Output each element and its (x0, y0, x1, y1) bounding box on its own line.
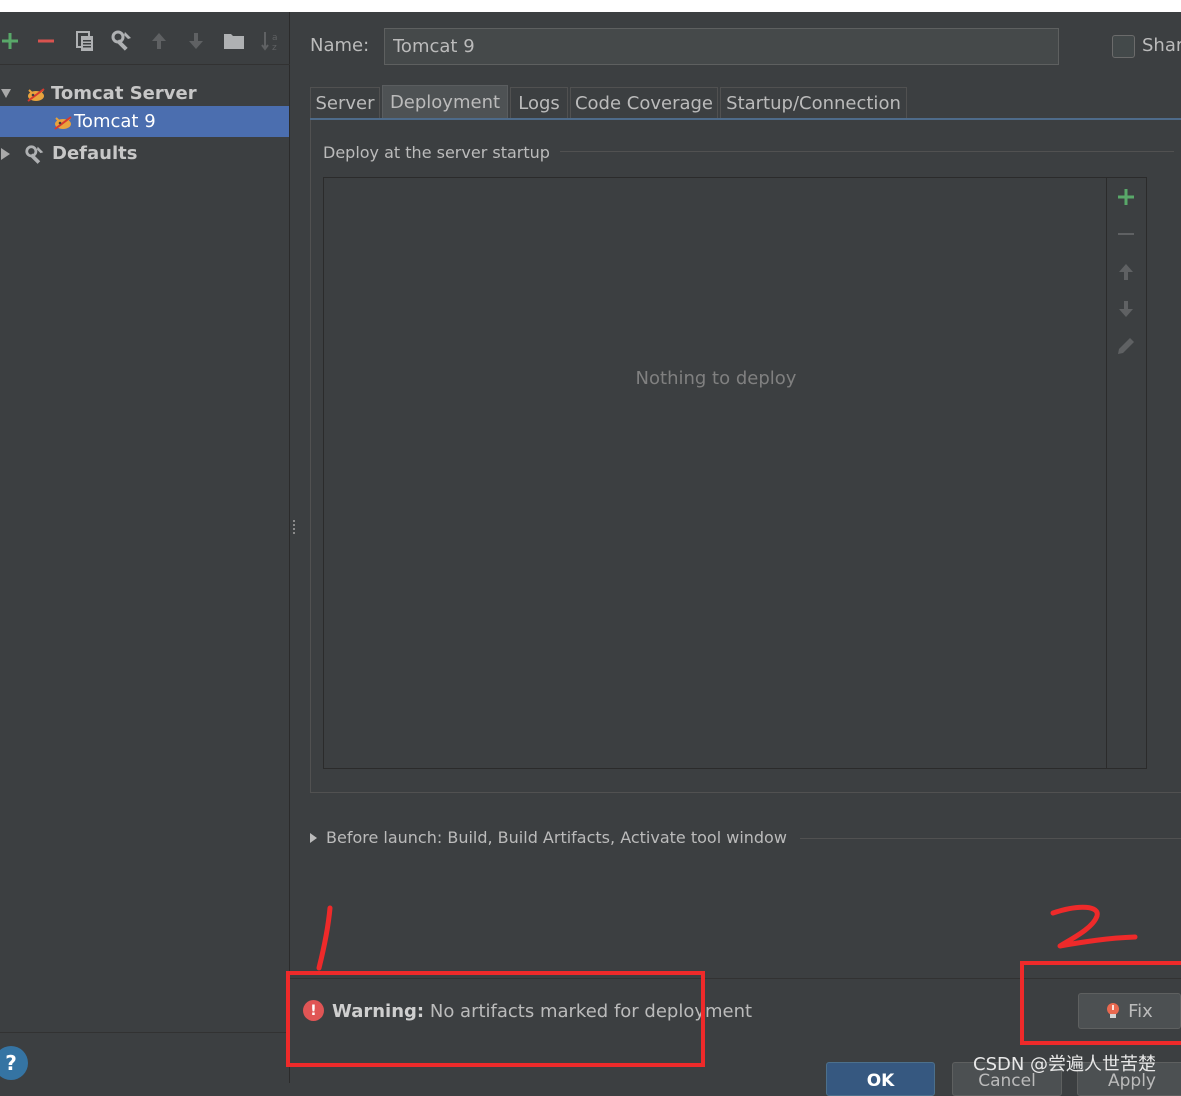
annotation-mark-1 (316, 905, 333, 971)
svg-text:a: a (272, 33, 278, 43)
before-launch-separator (800, 838, 1181, 839)
tab-code-coverage[interactable]: Code Coverage (570, 87, 718, 119)
tree-defaults-label: Defaults (52, 143, 138, 164)
name-label: Name: (310, 35, 370, 56)
move-artifact-down-icon[interactable] (1113, 296, 1139, 322)
defaults-wrench-icon (24, 143, 46, 165)
deploy-artifacts-list[interactable]: Nothing to deploy (323, 177, 1147, 769)
tab-startup-connection[interactable]: Startup/Connection (720, 87, 907, 119)
tree-item-tomcat-9[interactable]: Tomcat 9 (0, 106, 289, 137)
svg-text:z: z (272, 43, 277, 52)
folder-icon[interactable] (220, 26, 248, 56)
deploy-group-title: Deploy at the server startup (323, 143, 550, 162)
remove-icon[interactable] (32, 26, 60, 56)
collapse-arrow-icon[interactable] (1, 147, 10, 160)
expand-arrow-icon[interactable] (1, 89, 11, 98)
share-checkbox[interactable] (1112, 35, 1135, 58)
edit-defaults-icon[interactable] (108, 26, 136, 56)
annotation-box-1 (286, 971, 705, 1067)
share-label: Shar (1142, 35, 1181, 56)
csdn-watermark: CSDN @尝遍人世苦楚 (973, 1054, 1157, 1075)
add-artifact-icon[interactable] (1113, 184, 1139, 210)
deploy-list-toolbar (1106, 178, 1146, 768)
group-separator (560, 151, 1174, 152)
expand-arrow-icon[interactable] (310, 832, 317, 843)
before-launch-section[interactable]: Before launch: Build, Build Artifacts, A… (310, 828, 787, 847)
tab-server[interactable]: Server (310, 87, 380, 119)
move-down-icon[interactable] (182, 26, 210, 56)
edit-artifact-pencil-icon[interactable] (1113, 333, 1139, 359)
annotation-mark-2 (1050, 904, 1138, 949)
name-input[interactable] (384, 28, 1059, 65)
empty-list-text: Nothing to deploy (635, 368, 797, 389)
pane-splitter-handle[interactable] (292, 518, 298, 540)
annotation-box-2 (1020, 961, 1181, 1045)
tree-group-tomcat-server[interactable]: Tomcat Server (0, 78, 289, 109)
copy-icon[interactable] (71, 26, 99, 56)
tomcat-icon (25, 84, 47, 104)
tree-group-defaults[interactable]: Defaults (0, 138, 289, 169)
ok-button[interactable]: OK (826, 1062, 935, 1096)
tree-group-label: Tomcat Server (51, 83, 197, 104)
add-icon[interactable] (0, 26, 24, 56)
tree-item-label: Tomcat 9 (74, 111, 156, 132)
tab-deployment[interactable]: Deployment (382, 85, 508, 119)
toolbar-separator (0, 64, 290, 65)
left-bottom-separator (0, 1032, 290, 1033)
move-up-icon[interactable] (145, 26, 173, 56)
tab-logs[interactable]: Logs (510, 87, 568, 119)
move-artifact-up-icon[interactable] (1113, 259, 1139, 285)
tomcat-icon (52, 112, 74, 132)
sort-icon[interactable]: az (257, 26, 285, 56)
window-top-edge (0, 0, 1181, 12)
before-launch-label: Before launch: Build, Build Artifacts, A… (326, 828, 787, 847)
configurations-pane: az Tomcat Server Tomcat 9 Defaults (0, 12, 290, 1083)
remove-artifact-icon[interactable] (1113, 221, 1139, 247)
